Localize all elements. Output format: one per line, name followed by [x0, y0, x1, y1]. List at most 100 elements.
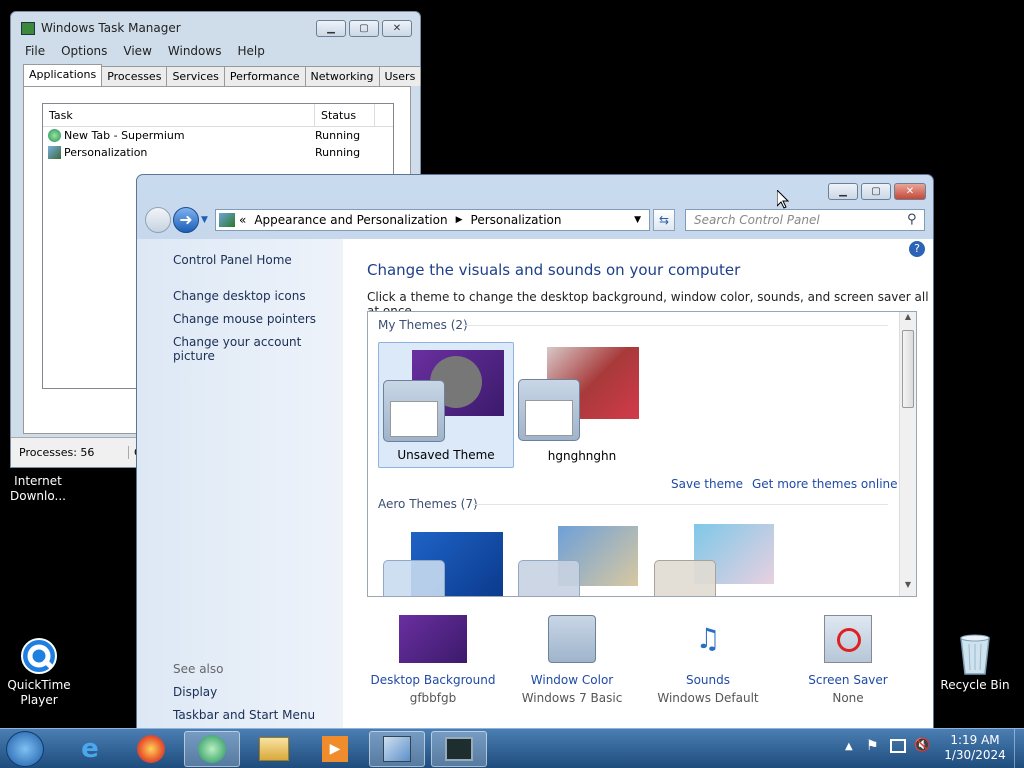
scroll-thumb[interactable] — [902, 330, 914, 408]
help-icon[interactable]: ? — [909, 241, 925, 257]
task-name: Personalization — [64, 146, 148, 159]
theme-list[interactable]: My Themes (2) Unsaved Theme hgnghnghn Sa… — [367, 311, 917, 597]
tm-close-button[interactable]: ✕ — [382, 20, 412, 37]
scroll-down-icon[interactable]: ▼ — [900, 580, 916, 596]
action-center-flag-icon[interactable]: ⚑ — [866, 738, 879, 754]
task-manager-icon — [445, 737, 473, 761]
taskbar-firefox-button[interactable] — [123, 731, 179, 767]
show-desktop-button[interactable] — [1014, 729, 1024, 768]
mouse-cursor-icon — [776, 188, 790, 212]
internet-download-desktop-icon[interactable]: Internet Downlo... — [3, 474, 73, 504]
tm-menu-help[interactable]: Help — [229, 42, 272, 62]
aero-theme-characters[interactable] — [654, 524, 774, 596]
theme-list-scrollbar[interactable]: ▲ ▼ — [899, 312, 916, 596]
desktop-background-icon — [399, 615, 467, 663]
main-content: ? Change the visuals and sounds on your … — [343, 239, 933, 733]
supermium-icon — [48, 129, 61, 142]
system-clock[interactable]: 1:19 AM 1/30/2024 — [940, 733, 1010, 763]
table-row[interactable]: New Tab - Supermium Running — [43, 127, 393, 144]
recycle-bin-desktop-icon[interactable]: Recycle Bin — [940, 632, 1010, 693]
tm-menu-view[interactable]: View — [115, 42, 159, 62]
window-color-item[interactable]: Window Color Windows 7 Basic — [507, 615, 637, 705]
processes-count: Processes: 56 — [19, 446, 95, 459]
control-panel-icon — [219, 213, 235, 227]
window-color-link[interactable]: Window Color — [507, 673, 637, 687]
desktop-background-link[interactable]: Desktop Background — [368, 673, 498, 687]
taskbar-explorer-button[interactable] — [246, 731, 302, 767]
recent-pages-dropdown[interactable]: ▼ — [201, 215, 211, 225]
tm-menubar: File Options View Windows Help — [17, 42, 414, 62]
taskbar-supermium-button[interactable] — [184, 731, 240, 767]
search-input[interactable]: Search Control Panel — [685, 209, 925, 231]
task-manager-icon — [21, 22, 35, 35]
theme-name: hgnghnghn — [547, 449, 617, 463]
aero-theme-windows7[interactable] — [383, 530, 503, 596]
tm-menu-options[interactable]: Options — [53, 42, 115, 62]
tab-services[interactable]: Services — [166, 66, 225, 86]
breadcrumb-overflow[interactable]: « — [239, 213, 246, 227]
scroll-up-icon[interactable]: ▲ — [900, 312, 916, 328]
personalization-app-icon — [48, 146, 61, 159]
tab-applications[interactable]: Applications — [23, 64, 103, 86]
screen-saver-value: None — [832, 691, 864, 705]
clock-time: 1:19 AM — [950, 733, 1000, 747]
back-button[interactable] — [145, 207, 171, 233]
breadcrumb-personalization[interactable]: Personalization — [471, 213, 562, 227]
window-color-icon — [548, 615, 596, 663]
start-button[interactable] — [6, 731, 44, 767]
breadcrumb-appearance[interactable]: Appearance and Personalization — [254, 213, 447, 227]
taskbar-task-manager-button[interactable] — [431, 731, 487, 767]
supermium-icon — [198, 735, 226, 763]
taskbar-control-panel-button[interactable] — [369, 731, 425, 767]
internet-download-label: Internet Downlo... — [10, 474, 66, 503]
tab-processes[interactable]: Processes — [101, 66, 168, 86]
desktop-background-value: gfbbfgb — [409, 691, 457, 705]
tm-menu-windows[interactable]: Windows — [160, 42, 230, 62]
taskbar-media-button[interactable]: ▶ — [307, 731, 363, 767]
column-status[interactable]: Status — [315, 104, 375, 126]
tm-minimize-button[interactable]: ▁ — [316, 20, 346, 37]
sounds-item[interactable]: ♫ Sounds Windows Default — [643, 615, 773, 705]
theme-unsaved[interactable]: Unsaved Theme — [378, 342, 514, 468]
show-hidden-icons[interactable]: ▲ — [845, 741, 853, 752]
pw-close-button[interactable]: ✕ — [894, 183, 926, 200]
get-more-themes-link[interactable]: Get more themes online — [752, 477, 898, 491]
theme-hgnghnghn[interactable]: hgnghnghn — [514, 342, 650, 468]
tab-performance[interactable]: Performance — [223, 66, 306, 86]
task-status: Running — [315, 129, 361, 142]
change-account-picture-link[interactable]: Change your account picture — [173, 335, 343, 363]
save-theme-link[interactable]: Save theme — [671, 477, 743, 491]
screen-saver-link[interactable]: Screen Saver — [783, 673, 913, 687]
forward-button[interactable]: ➜ — [173, 207, 199, 233]
change-mouse-pointers-link[interactable]: Change mouse pointers — [173, 312, 316, 326]
clock-date: 1/30/2024 — [944, 748, 1006, 762]
display-link[interactable]: Display — [173, 685, 217, 699]
table-row[interactable]: Personalization Running — [43, 144, 393, 161]
window-color-swatch — [518, 379, 580, 441]
desktop-background-item[interactable]: Desktop Background gfbbfgb — [368, 615, 498, 705]
aero-theme-architecture[interactable] — [518, 526, 638, 596]
tm-maximize-button[interactable]: ▢ — [349, 20, 379, 37]
tab-users[interactable]: Users — [378, 66, 422, 86]
change-desktop-icons-link[interactable]: Change desktop icons — [173, 289, 306, 303]
address-dropdown-icon[interactable]: ▼ — [634, 215, 641, 225]
address-bar[interactable]: « Appearance and Personalization ▶ Perso… — [215, 209, 650, 231]
column-task[interactable]: Task — [43, 104, 315, 126]
quicktime-desktop-icon[interactable]: QuickTime Player — [4, 636, 74, 708]
tm-menu-file[interactable]: File — [17, 42, 53, 62]
refresh-button[interactable]: ⇆ — [653, 209, 675, 231]
theme-name: Unsaved Theme — [397, 448, 495, 462]
recycle-bin-label: Recycle Bin — [940, 678, 1010, 692]
tab-networking[interactable]: Networking — [304, 66, 380, 86]
screen-saver-item[interactable]: Screen Saver None — [783, 615, 913, 705]
pw-maximize-button[interactable]: ▢ — [861, 183, 891, 200]
sounds-link[interactable]: Sounds — [643, 673, 773, 687]
pw-minimize-button[interactable]: ▁ — [828, 183, 858, 200]
taskbar-start-menu-link[interactable]: Taskbar and Start Menu — [173, 708, 315, 722]
task-manager-title: Windows Task Manager — [41, 21, 181, 35]
taskbar-ie-button[interactable]: e — [62, 731, 118, 767]
volume-muted-icon[interactable]: 🔇 — [914, 738, 930, 753]
network-icon[interactable] — [890, 739, 906, 753]
control-panel-home-link[interactable]: Control Panel Home — [173, 253, 292, 267]
breadcrumb-separator-icon: ▶ — [455, 215, 463, 225]
